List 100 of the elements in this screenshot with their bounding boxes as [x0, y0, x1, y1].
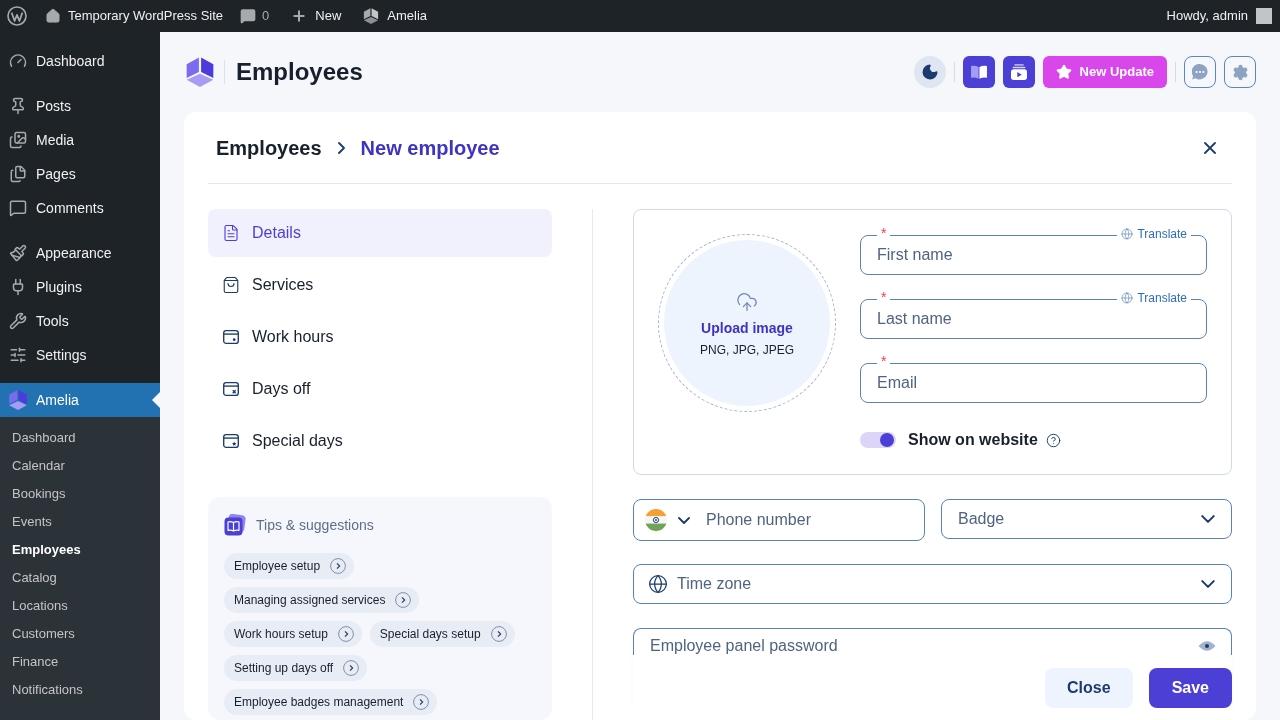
detail-tab[interactable]: Services	[208, 261, 552, 309]
cloud-upload-icon	[736, 291, 758, 313]
tip-chip[interactable]: Work hours setup	[224, 621, 362, 647]
submenu-item[interactable]: Events	[0, 508, 160, 536]
sidebar-item[interactable]: Pages	[0, 157, 160, 191]
guide-button[interactable]	[962, 56, 995, 88]
submenu-item[interactable]: Catalog	[0, 564, 160, 592]
tip-chip[interactable]: Employee setup	[224, 553, 355, 579]
sidebar-item[interactable]: Settings	[0, 338, 160, 372]
submenu-item[interactable]: Calendar	[0, 452, 160, 480]
sidebar-item[interactable]: Dashboard	[0, 44, 160, 78]
speech-bubble-icon	[9, 199, 27, 217]
sidebar-item[interactable]: Media	[0, 123, 160, 157]
sidebar-item[interactable]: Posts	[0, 89, 160, 123]
sidebar-item[interactable]: Amelia	[0, 383, 160, 417]
book-icon	[224, 514, 246, 536]
chevron-circle-icon	[330, 558, 347, 574]
globe-icon	[648, 574, 668, 594]
site-name-link[interactable]: Temporary WordPress Site	[37, 0, 232, 32]
pushpin-icon	[9, 97, 27, 115]
country-select[interactable]	[645, 509, 690, 531]
submenu-item[interactable]: Customers	[0, 620, 160, 648]
submenu-item[interactable]: Finance	[0, 648, 160, 676]
tip-chip[interactable]: Employee badges management	[224, 689, 438, 715]
password-field[interactable]: Employee panel password	[633, 628, 1232, 655]
save-button[interactable]: Save	[1148, 667, 1232, 708]
star-icon	[1055, 64, 1072, 80]
close-icon	[1204, 141, 1216, 154]
sliders-icon	[9, 346, 27, 364]
chat-bubble-icon	[1192, 64, 1208, 80]
breadcrumb-link[interactable]: New employee	[360, 132, 500, 163]
bag-icon	[222, 276, 240, 294]
submenu-item[interactable]: Notifications	[0, 676, 160, 704]
tip-chip[interactable]: Setting up days off	[224, 655, 368, 681]
dark-mode-button[interactable]	[913, 56, 946, 88]
translate-button[interactable]: Translate	[1117, 291, 1191, 305]
sidebar-item[interactable]: Comments	[0, 191, 160, 225]
file-types-text: PNG, JPG, JPEG	[700, 342, 794, 359]
sidebar-item[interactable]: Plugins	[0, 270, 160, 304]
cube-logo-icon	[185, 57, 215, 87]
avatar-placeholder	[1256, 8, 1272, 24]
tips-title: Tips & suggestions	[256, 515, 374, 535]
detail-tab[interactable]: Details	[208, 209, 552, 257]
pages-icon	[9, 165, 27, 183]
chevron-down-icon	[1201, 580, 1215, 588]
gauge-icon	[9, 52, 27, 70]
settings-button[interactable]	[1224, 56, 1256, 88]
text-field[interactable]: Email	[860, 363, 1207, 403]
globe-icon	[1121, 292, 1134, 304]
paintbrush-icon	[9, 244, 27, 262]
close-button[interactable]: Close	[1045, 667, 1133, 708]
wrench-icon	[9, 312, 27, 330]
images-icon	[9, 131, 27, 149]
current-arrow-icon	[152, 392, 160, 408]
site-logo-icon	[7, 6, 27, 26]
sidebar-item[interactable]: Tools	[0, 304, 160, 338]
chevron-circle-icon	[413, 694, 430, 710]
chat-button[interactable]	[1184, 56, 1216, 88]
chevron-circle-icon	[343, 660, 360, 676]
book-icon	[970, 65, 987, 79]
settings-icon	[1231, 63, 1249, 81]
flag-icon	[645, 509, 667, 531]
submenu-item[interactable]: Bookings	[0, 480, 160, 508]
submenu-item[interactable]: Locations	[0, 592, 160, 620]
tip-chip[interactable]: Managing assigned services	[224, 587, 420, 613]
detail-tab[interactable]: Special days	[208, 417, 552, 465]
video-tutorial-button[interactable]	[1002, 56, 1035, 88]
document-icon	[222, 224, 240, 242]
submenu-item[interactable]: Employees	[0, 536, 160, 564]
chevron-right-icon	[337, 141, 345, 154]
badge-select[interactable]: Badge	[941, 499, 1232, 539]
help-icon	[1045, 432, 1061, 448]
toggle-switch[interactable]	[860, 432, 896, 448]
time-zone-select[interactable]: Time zone	[633, 564, 1232, 604]
tip-chip[interactable]: Special days setup	[369, 621, 515, 647]
translate-button[interactable]: Translate	[1117, 227, 1191, 241]
chevron-circle-icon	[337, 626, 354, 642]
submenu-item[interactable]: Dashboard	[0, 424, 160, 452]
detail-tab[interactable]: Work hours	[208, 313, 552, 361]
upload-link[interactable]: Upload image	[701, 318, 793, 339]
sidebar-item[interactable]: Appearance	[0, 236, 160, 270]
toggle-label: Show on website	[908, 430, 1038, 450]
cube-logo-icon	[363, 8, 380, 24]
breadcrumb-link[interactable]: Employees	[216, 132, 322, 163]
home-icon	[45, 8, 61, 24]
globe-icon	[1121, 228, 1134, 240]
plugin-link[interactable]: Amelia	[355, 0, 436, 32]
chevron-circle-icon	[490, 626, 507, 642]
phone-field[interactable]: Phone number	[633, 499, 925, 541]
speech-bubble-icon	[240, 8, 257, 24]
page-title: Employees	[236, 57, 363, 87]
new-content-link[interactable]: New	[283, 0, 350, 32]
video-icon	[1010, 64, 1027, 80]
account-link[interactable]: Howdy, admin	[1166, 0, 1280, 32]
comments-link[interactable]: 0	[232, 0, 278, 32]
card-x-icon	[223, 382, 239, 396]
eye-icon	[1198, 640, 1216, 652]
moon-icon	[920, 63, 939, 81]
chevron-down-icon	[1201, 515, 1215, 523]
detail-tab[interactable]: Days off	[208, 365, 552, 413]
